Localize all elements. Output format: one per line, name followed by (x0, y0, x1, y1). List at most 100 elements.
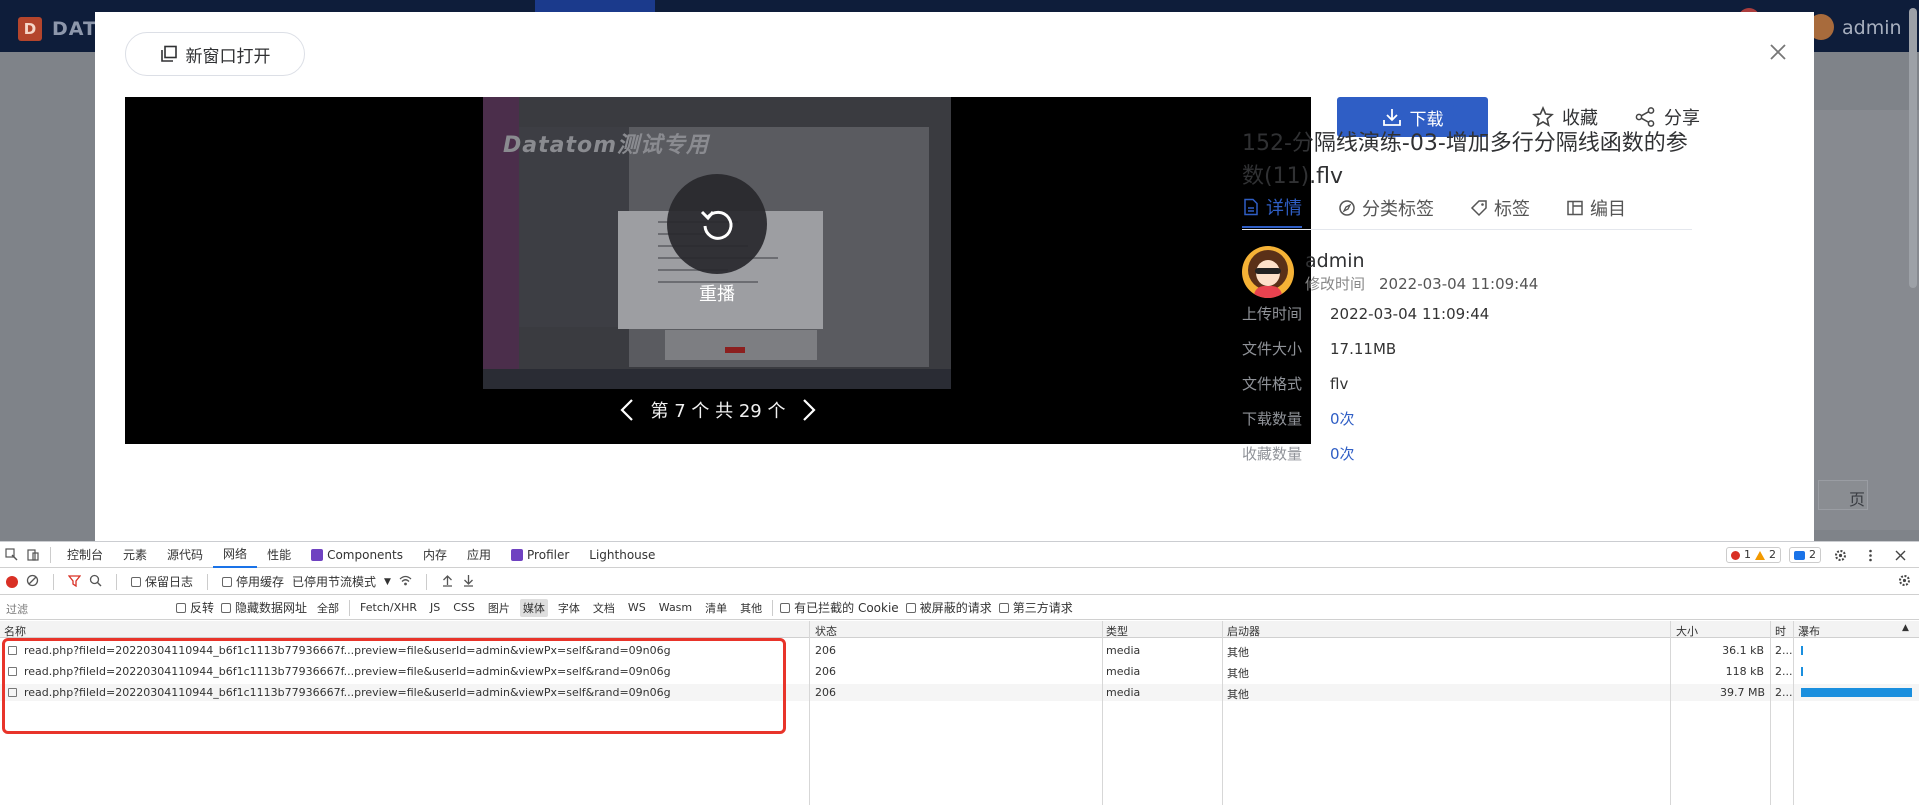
filter-icon[interactable] (67, 574, 82, 590)
filter-type-css[interactable]: CSS (450, 600, 478, 615)
filter-type-manifest[interactable]: 清单 (702, 599, 730, 617)
filter-type-media[interactable]: 媒体 (519, 598, 548, 617)
sort-triangle-icon[interactable]: ▲ (1902, 623, 1909, 633)
owner-avatar (1242, 246, 1294, 298)
filter-type-wasm[interactable]: Wasm (656, 600, 695, 615)
column-header-initiator[interactable]: 启动器 (1227, 623, 1260, 639)
user-name[interactable]: admin (1842, 17, 1902, 39)
request-size: 39.7 MB (1720, 686, 1766, 699)
blocked-requests-checkbox[interactable]: 被屏蔽的请求 (905, 599, 992, 616)
request-status: 206 (815, 686, 836, 699)
tab-tags[interactable]: 标签 (1470, 188, 1530, 228)
kebab-menu-icon[interactable] (1859, 542, 1881, 568)
filter-type-other[interactable]: 其他 (737, 599, 765, 617)
column-divider[interactable] (1793, 621, 1794, 805)
network-filter-bar: 过滤 反转 隐藏数据网址 全部 Fetch/XHR JS CSS 图片 媒体 字… (0, 596, 1919, 620)
devtools-close-icon[interactable] (1889, 542, 1911, 568)
filter-type-all[interactable]: 全部 (314, 599, 342, 617)
filter-type-doc[interactable]: 文档 (590, 599, 618, 617)
star-icon (1532, 106, 1554, 127)
replay-button[interactable] (667, 174, 767, 274)
disable-cache-checkbox[interactable]: 停用缓存 (222, 573, 284, 590)
issues-badge[interactable]: 12 (1726, 547, 1781, 563)
clear-icon[interactable] (26, 574, 39, 590)
request-time: 2... (1775, 686, 1793, 699)
error-icon (1731, 550, 1740, 560)
pagination-suffix: 页 (1818, 480, 1868, 510)
settings-gear-icon[interactable] (1829, 542, 1851, 568)
column-divider[interactable] (1222, 621, 1223, 805)
column-header-waterfall[interactable]: 瀑布 (1798, 623, 1820, 639)
invert-checkbox[interactable]: 反转 (176, 599, 214, 616)
tab-components[interactable]: Components (301, 542, 413, 568)
warning-icon (1755, 550, 1765, 560)
request-status: 206 (815, 644, 836, 657)
download-icon (1382, 109, 1401, 126)
column-header-name[interactable]: 名称 (4, 623, 26, 639)
device-toolbar-icon[interactable] (22, 542, 44, 568)
column-divider[interactable] (1102, 621, 1103, 805)
filter-type-fetch-xhr[interactable]: Fetch/XHR (357, 600, 420, 615)
column-header-type[interactable]: 类型 (1106, 623, 1128, 639)
tab-network[interactable]: 网络 (213, 542, 258, 568)
waterfall-bar (1801, 667, 1803, 676)
warning-count: 2 (1769, 548, 1776, 561)
divider (53, 573, 54, 590)
tab-lighthouse[interactable]: Lighthouse (579, 542, 665, 568)
blocked-cookies-checkbox[interactable]: 有已拦截的 Cookie (780, 599, 899, 616)
third-party-checkbox[interactable]: 第三方请求 (998, 599, 1073, 616)
tab-profiler[interactable]: Profiler (501, 542, 579, 568)
filter-type-js[interactable]: JS (427, 600, 443, 615)
filter-type-ws[interactable]: WS (625, 600, 649, 615)
inspect-element-icon[interactable] (0, 542, 22, 568)
tab-sources[interactable]: 源代码 (157, 542, 213, 568)
search-icon[interactable] (89, 574, 102, 590)
chevron-left-icon[interactable] (619, 398, 635, 422)
network-settings-icon[interactable] (1898, 574, 1911, 590)
tab-performance[interactable]: 性能 (257, 542, 301, 568)
messages-badge[interactable]: 2 (1789, 547, 1821, 563)
chevron-down-icon[interactable]: ▼ (384, 577, 391, 587)
tab-console[interactable]: 控制台 (57, 542, 113, 568)
column-divider[interactable] (809, 621, 810, 805)
tab-details[interactable]: 详情 (1242, 188, 1302, 228)
tab-catalog[interactable]: 编目 (1566, 188, 1626, 228)
column-header-size[interactable]: 大小 (1676, 623, 1698, 639)
tab-memory[interactable]: 内存 (413, 542, 457, 568)
throttle-select[interactable]: 已停用节流模式 (292, 573, 376, 590)
filter-type-font[interactable]: 字体 (555, 599, 583, 617)
page-scrollbar[interactable] (1909, 8, 1917, 288)
column-divider[interactable] (1670, 621, 1671, 805)
download-har-icon[interactable] (462, 574, 475, 590)
request-initiator: 其他 (1227, 667, 1249, 680)
invert-label: 反转 (190, 601, 215, 615)
record-icon[interactable] (6, 575, 18, 588)
open-in-new-window-button[interactable]: 新窗口打开 (125, 32, 305, 76)
column-header-status[interactable]: 状态 (815, 623, 837, 639)
tab-application[interactable]: 应用 (457, 542, 501, 568)
checkbox-box (222, 576, 233, 587)
brand-logo[interactable]: D (18, 17, 42, 41)
tag-icon (1470, 200, 1487, 217)
column-header-time[interactable]: 时 (1775, 623, 1786, 639)
filter-type-img[interactable]: 图片 (485, 599, 513, 617)
modified-label: 修改时间 (1305, 275, 1366, 293)
close-icon[interactable] (1768, 42, 1788, 62)
hide-data-urls-checkbox[interactable]: 隐藏数据网址 (221, 599, 307, 616)
favorite-count-link[interactable]: 0次 (1330, 443, 1355, 464)
upload-icon[interactable] (441, 574, 454, 590)
frame-taskbar (483, 369, 951, 389)
owner-name: admin (1305, 250, 1365, 272)
chevron-right-icon[interactable] (801, 398, 817, 422)
message-icon (1794, 550, 1805, 560)
preserve-log-checkbox[interactable]: 保留日志 (131, 573, 193, 590)
info-row-favorite-count: 收藏数量 0次 (1242, 436, 1489, 471)
column-divider[interactable] (1770, 621, 1771, 805)
network-conditions-icon[interactable] (399, 574, 412, 590)
video-player[interactable]: Datatom测试专用 重播 第 7 个 共 29 个 (125, 97, 1311, 444)
filter-input[interactable]: 过滤 (4, 598, 169, 618)
download-count-link[interactable]: 0次 (1330, 408, 1355, 429)
request-status: 206 (815, 665, 836, 678)
tab-category-tags[interactable]: 分类标签 (1338, 188, 1434, 228)
tab-elements[interactable]: 元素 (113, 542, 157, 568)
